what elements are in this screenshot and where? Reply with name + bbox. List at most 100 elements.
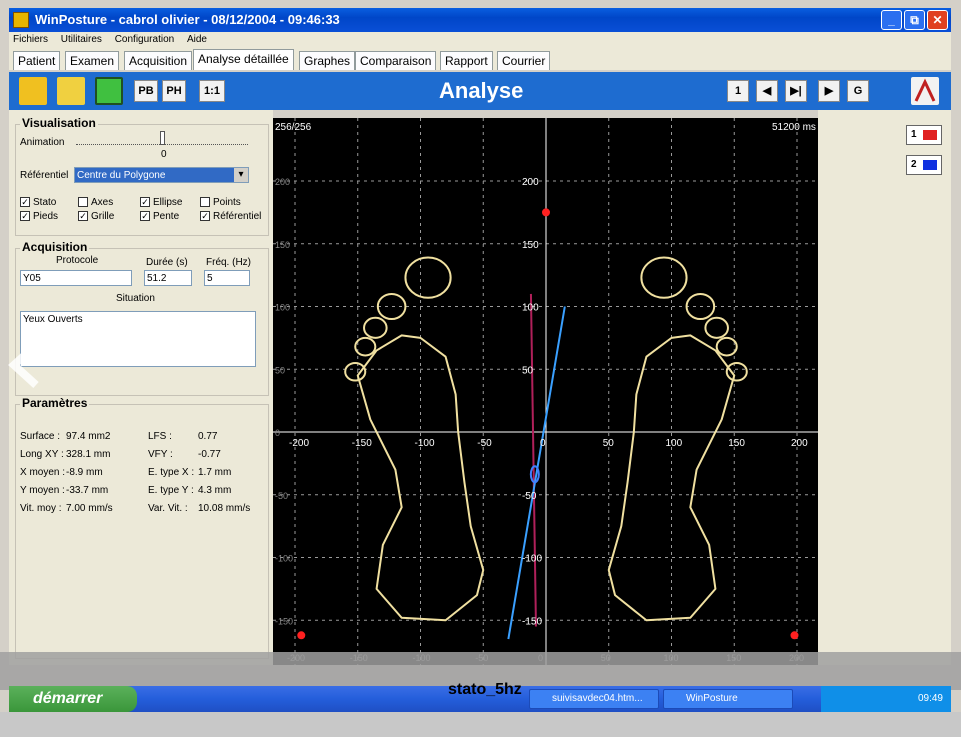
taskbar-item-browser[interactable]: suivisavdec04.htm...: [529, 689, 659, 709]
y-tick-label: -50: [522, 491, 537, 502]
toe-outline: [704, 316, 729, 339]
marker-point: [790, 631, 799, 640]
animation-value: 0: [161, 149, 167, 160]
taskbar-item-winposture[interactable]: WinPosture: [663, 689, 793, 709]
checkbox-stato[interactable]: ✓ Stato: [20, 197, 56, 208]
referentiel-label: Référentiel: [20, 170, 69, 181]
open-folder-icon[interactable]: [19, 77, 47, 105]
check-icon: ✓: [20, 211, 30, 222]
grid-left-label: -50: [275, 491, 288, 501]
tab-graphes[interactable]: Graphes: [299, 51, 356, 70]
task-label: WinPosture: [686, 693, 738, 704]
checkbox-referentiel[interactable]: ✓ Référentiel: [200, 211, 261, 222]
channel-swatch: [923, 130, 937, 140]
tab-bar: Patient Examen Acquisition Analyse détai…: [9, 48, 951, 70]
x-tick-label: 200: [791, 438, 808, 449]
param-value: 1.7 mm: [198, 467, 232, 478]
tab-acquisition[interactable]: Acquisition: [124, 51, 193, 70]
menu-configuration[interactable]: Configuration: [115, 34, 174, 45]
visualisation-group: Visualisation Animation 0 Référentiel Ce…: [15, 116, 269, 236]
nav-prev-button[interactable]: ◀: [756, 80, 778, 102]
toe-outline: [715, 336, 738, 357]
grid-left-label: 100: [275, 303, 290, 313]
x-tick-label: 50: [603, 438, 615, 449]
unchecked-box-icon: [78, 197, 88, 208]
desktop-screen: WinPosture - cabrol olivier - 08/12/2004…: [0, 0, 961, 737]
protocole-field[interactable]: Y05: [20, 270, 132, 286]
close-button[interactable]: ✕: [927, 10, 948, 30]
print-icon[interactable]: [57, 77, 85, 105]
tab-examen[interactable]: Examen: [65, 51, 120, 70]
checkbox-pieds[interactable]: ✓ Pieds: [20, 211, 58, 222]
nav-end-button[interactable]: ▶|: [785, 80, 807, 102]
param-key: E. type X :: [148, 467, 195, 478]
menu-fichiers[interactable]: Fichiers: [13, 34, 48, 45]
checkbox-pente[interactable]: ✓ Pente: [140, 211, 179, 222]
toe-outline: [640, 256, 688, 299]
tab-comparaison[interactable]: Comparaison: [355, 51, 437, 70]
grid-left-label: 200: [275, 177, 290, 187]
checkbox-ellipse[interactable]: ✓ Ellipse: [140, 197, 182, 208]
param-value: 10.08 mm/s: [198, 503, 251, 514]
y-tick-label: 200: [522, 177, 539, 188]
checkbox-label: Grille: [91, 211, 115, 222]
minimize-button[interactable]: _: [881, 10, 902, 30]
menu-utilitaires[interactable]: Utilitaires: [61, 34, 102, 45]
freq-field[interactable]: 5: [204, 270, 250, 286]
app-icon: [13, 12, 29, 28]
channel-2-button[interactable]: 2: [906, 155, 942, 175]
checkbox-axes[interactable]: Axes: [78, 197, 113, 208]
maximize-button[interactable]: ⧉: [904, 10, 925, 30]
channel-1-button[interactable]: 1: [906, 125, 942, 145]
nav-play-button[interactable]: ▶: [818, 80, 840, 102]
chevron-left-icon[interactable]: [6, 340, 46, 390]
menu-aide[interactable]: Aide: [187, 34, 207, 45]
marker-point: [542, 208, 550, 217]
param-value: 0.77: [198, 431, 218, 442]
x-tick-label: -200: [289, 438, 309, 449]
checkbox-points[interactable]: Points: [200, 197, 241, 208]
calculator-icon[interactable]: [95, 77, 123, 105]
chevron-down-icon[interactable]: ▾: [234, 168, 248, 182]
param-value: 97.4 mm2: [66, 431, 111, 442]
check-icon: ✓: [140, 211, 150, 222]
checkbox-label: Pieds: [33, 211, 59, 222]
nav-g-button[interactable]: G: [847, 80, 869, 102]
ratio-button[interactable]: 1:1: [199, 80, 225, 102]
unchecked-box-icon: [200, 197, 210, 208]
tab-rapport[interactable]: Rapport: [440, 51, 493, 70]
freq-label: Fréq. (Hz): [206, 257, 251, 268]
start-button[interactable]: démarrer: [9, 686, 137, 712]
y-tick-label: -100: [522, 554, 542, 565]
stabilogram-svg: -200 -150 -100 -50 0 50 100 150 200 200 150 100 50 -5…: [273, 118, 818, 665]
clock: 09:49: [917, 693, 943, 704]
time-counter: 51200 ms: [772, 122, 816, 133]
acquisition-title: Acquisition: [20, 240, 90, 254]
menu-bar: Fichiers Utilitaires Configuration Aide: [9, 32, 951, 48]
tab-courrier[interactable]: Courrier: [497, 51, 551, 70]
tools-icon[interactable]: [911, 77, 939, 105]
ph-button[interactable]: PH: [162, 80, 186, 102]
y-tick-label: 50: [522, 365, 534, 376]
protocole-label: Protocole: [56, 255, 99, 266]
duree-field[interactable]: 51.2: [144, 270, 192, 286]
pb-button[interactable]: PB: [134, 80, 158, 102]
situation-label: Situation: [116, 293, 155, 304]
check-icon: ✓: [78, 211, 88, 222]
toolbar: PB PH 1:1 Analyse 1 ◀ ▶| ▶ G: [9, 72, 951, 110]
tab-patient[interactable]: Patient: [13, 51, 61, 70]
compass-icon: [914, 78, 936, 102]
param-key: Y moyen :: [20, 485, 65, 496]
referentiel-select[interactable]: Centre du Polygone ▾: [74, 167, 249, 183]
animation-slider[interactable]: [76, 131, 248, 145]
slider-thumb[interactable]: [160, 131, 165, 145]
referentiel-value: Centre du Polygone: [77, 170, 166, 181]
checkbox-grille[interactable]: ✓ Grille: [78, 211, 114, 222]
y-tick-label: -150: [522, 616, 542, 627]
animation-label: Animation: [20, 137, 65, 148]
pente-line: [507, 306, 566, 640]
tab-analyse-detaillee[interactable]: Analyse détaillée: [193, 49, 294, 70]
nav-first-button[interactable]: 1: [727, 80, 749, 102]
channel-label: 2: [911, 159, 917, 170]
situation-field[interactable]: Yeux Ouverts: [20, 311, 256, 367]
